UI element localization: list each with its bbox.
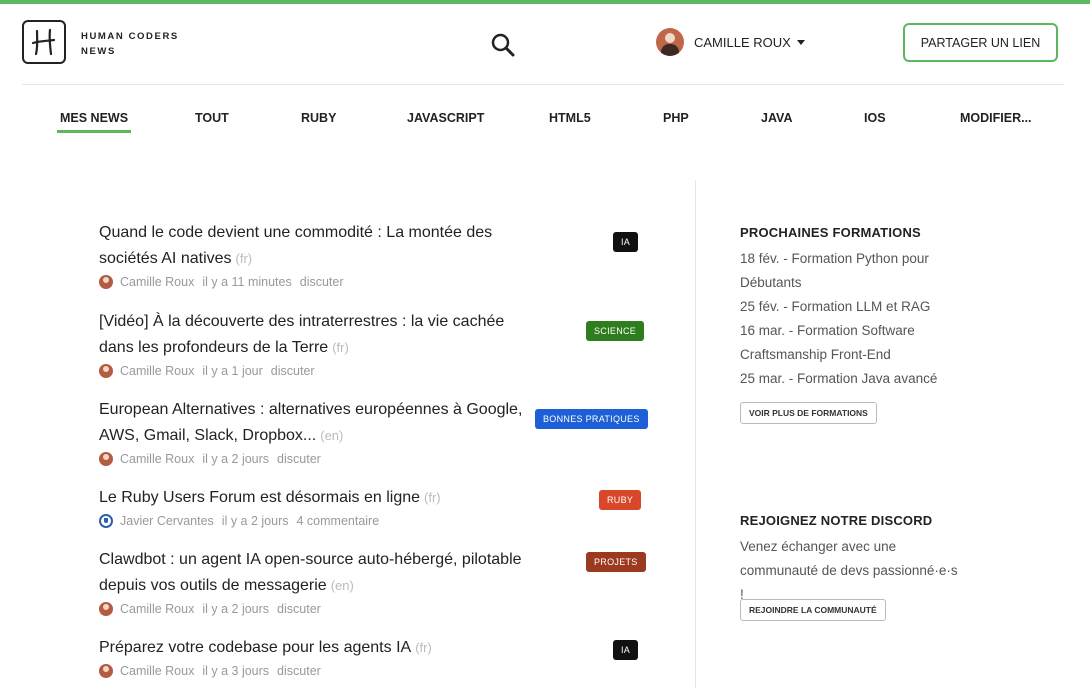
author-avatar[interactable] — [99, 364, 113, 378]
news-time: il y a 2 jours — [202, 452, 270, 466]
logo-line-2: NEWS — [81, 46, 116, 57]
list-item: [Vidéo] À la découverte des intraterrest… — [99, 309, 645, 380]
news-title[interactable]: Quand le code devient une commodité : La… — [99, 224, 492, 267]
news-title-link[interactable]: Clawdbot : un agent IA open-source auto-… — [99, 547, 539, 599]
news-lang: (fr) — [235, 251, 253, 266]
author-name[interactable]: Camille Roux — [120, 602, 194, 616]
news-title-link[interactable]: Le Ruby Users Forum est désormais en lig… — [99, 485, 579, 511]
news-meta: Camille Roux il y a 2 jours discuter — [99, 450, 639, 468]
training-item[interactable]: 25 mar. - Formation Java avancé — [740, 367, 940, 391]
news-title-link[interactable]: European Alternatives : alternatives eur… — [99, 397, 544, 449]
trainings-list: 18 fév. - Formation Python pour Débutant… — [740, 247, 940, 391]
author-name[interactable]: Camille Roux — [120, 275, 194, 289]
search-icon[interactable] — [490, 32, 516, 58]
discuss-link[interactable]: discuter — [277, 602, 321, 616]
tab-modifier[interactable]: MODIFIER... — [960, 111, 1032, 125]
news-time: il y a 1 jour — [202, 364, 263, 378]
news-meta: Javier Cervantes il y a 2 jours 4 commen… — [99, 512, 639, 530]
discord-text: Venez échanger avec une communauté de de… — [740, 539, 958, 602]
news-title[interactable]: Clawdbot : un agent IA open-source auto-… — [99, 551, 522, 594]
news-title-link[interactable]: Quand le code devient une commodité : La… — [99, 220, 544, 272]
discuss-link[interactable]: discuter — [271, 364, 315, 378]
news-title[interactable]: Préparez votre codebase pour les agents … — [99, 639, 411, 656]
author-avatar[interactable] — [99, 452, 113, 466]
author-avatar[interactable] — [99, 275, 113, 289]
training-item[interactable]: 16 mar. - Formation Software Craftsmansh… — [740, 319, 940, 367]
training-item[interactable]: 25 fév. - Formation LLM et RAG — [740, 295, 940, 319]
news-lang: (fr) — [415, 640, 432, 655]
tag-badge[interactable]: RUBY — [599, 490, 642, 510]
news-time: il y a 11 minutes — [202, 275, 292, 289]
avatar — [656, 28, 684, 56]
news-title[interactable]: Le Ruby Users Forum est désormais en lig… — [99, 489, 420, 506]
author-name[interactable]: Camille Roux — [120, 364, 194, 378]
news-time: il y a 2 jours — [202, 602, 270, 616]
tab-mes-news[interactable]: MES NEWS — [56, 111, 132, 133]
comments-link[interactable]: 4 commentaire — [297, 514, 380, 528]
author-name[interactable]: Camille Roux — [120, 452, 194, 466]
logo-wordmark[interactable]: HUMAN CODERS NEWS — [81, 29, 179, 59]
list-item: Clawdbot : un agent IA open-source auto-… — [99, 547, 646, 618]
tag-badge[interactable]: IA — [613, 640, 639, 660]
logo-icon[interactable] — [22, 20, 66, 64]
tab-java[interactable]: JAVA — [761, 111, 793, 125]
discuss-link[interactable]: discuter — [277, 664, 321, 678]
tag-badge[interactable]: BONNES PRATIQUES — [535, 409, 648, 429]
user-menu[interactable]: CAMILLE ROUX — [656, 28, 805, 56]
discuss-link[interactable]: discuter — [277, 452, 321, 466]
training-item[interactable]: 18 fév. - Formation Python pour Débutant… — [740, 247, 940, 295]
news-lang: (fr) — [424, 490, 441, 505]
list-item: Quand le code devient une commodité : La… — [99, 220, 639, 291]
discord-heading: REJOIGNEZ NOTRE DISCORD — [740, 513, 933, 528]
logo-line-1: HUMAN CODERS — [81, 31, 179, 42]
tab-ios[interactable]: IOS — [864, 111, 886, 125]
author-avatar[interactable] — [99, 602, 113, 616]
author-name[interactable]: Javier Cervantes — [120, 514, 214, 528]
news-time: il y a 2 jours — [221, 514, 289, 528]
news-lang: (en) — [320, 428, 344, 443]
join-community-button[interactable]: REJOINDRE LA COMMUNAUTÉ — [740, 599, 886, 621]
author-avatar[interactable] — [99, 514, 113, 528]
list-item: Préparez votre codebase pour les agents … — [99, 635, 639, 680]
tag-badge[interactable]: PROJETS — [586, 552, 646, 572]
category-nav: MES NEWS TOUT RUBY JAVASCRIPT HTML5 PHP … — [0, 108, 1090, 136]
caret-down-icon — [796, 39, 805, 45]
author-name[interactable]: Camille Roux — [120, 664, 194, 678]
tag-badge[interactable]: IA — [613, 232, 639, 252]
column-divider — [695, 180, 696, 688]
site-header: HUMAN CODERS NEWS CAMILLE ROUX PARTAGER … — [22, 4, 1064, 85]
more-trainings-button[interactable]: VOIR PLUS DE FORMATIONS — [740, 402, 877, 424]
news-lang: (fr) — [332, 340, 349, 355]
tab-tout[interactable]: TOUT — [195, 111, 229, 125]
share-link-button[interactable]: PARTAGER UN LIEN — [903, 23, 1058, 62]
news-meta: Camille Roux il y a 11 minutes discuter — [99, 273, 639, 291]
news-meta: Camille Roux il y a 3 jours discuter — [99, 662, 639, 680]
trainings-heading: PROCHAINES FORMATIONS — [740, 225, 921, 240]
news-time: il y a 3 jours — [202, 664, 270, 678]
list-item: European Alternatives : alternatives eur… — [99, 397, 648, 468]
news-title[interactable]: European Alternatives : alternatives eur… — [99, 401, 522, 444]
tab-javascript[interactable]: JAVASCRIPT — [407, 111, 484, 125]
author-avatar[interactable] — [99, 664, 113, 678]
news-lang: (en) — [330, 578, 354, 593]
news-meta: Camille Roux il y a 2 jours discuter — [99, 600, 639, 618]
tab-html5[interactable]: HTML5 — [549, 111, 591, 125]
news-title[interactable]: [Vidéo] À la découverte des intraterrest… — [99, 313, 504, 356]
tab-ruby[interactable]: RUBY — [301, 111, 336, 125]
tag-badge[interactable]: SCIENCE — [586, 321, 645, 341]
user-name: CAMILLE ROUX — [694, 34, 791, 50]
news-title-link[interactable]: [Vidéo] À la découverte des intraterrest… — [99, 309, 539, 361]
news-meta: Camille Roux il y a 1 jour discuter — [99, 362, 639, 380]
discuss-link[interactable]: discuter — [300, 275, 344, 289]
list-item: Le Ruby Users Forum est désormais en lig… — [99, 485, 642, 530]
news-title-link[interactable]: Préparez votre codebase pour les agents … — [99, 635, 579, 661]
tab-php[interactable]: PHP — [663, 111, 689, 125]
